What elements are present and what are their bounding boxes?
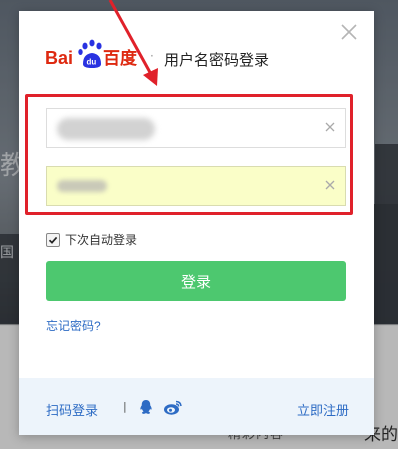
login-dialog: Bai du 百度 · 用户名密码登录 下次自动登录 登录 忘记密码? 扫码登录… [19,11,374,435]
password-field-wrapper [46,166,346,206]
footer-separator: | [123,400,127,413]
username-blurred-value [57,118,155,140]
dialog-footer: 扫码登录 | 立即注册 [19,378,374,435]
scan-login-link[interactable]: 扫码登录 [46,400,98,419]
svg-text:du: du [87,58,97,67]
baidu-logo: Bai du 百度 [45,39,138,69]
weibo-icon[interactable] [163,399,183,416]
qq-icon[interactable] [138,399,154,416]
register-link[interactable]: 立即注册 [297,400,349,419]
clear-password-icon[interactable] [323,178,337,192]
login-button[interactable]: 登录 [46,261,346,301]
dialog-title: 用户名密码登录 [164,52,270,69]
clear-username-icon[interactable] [323,120,337,134]
remember-label: 下次自动登录 [65,233,138,247]
password-blurred-value [57,180,107,192]
checkmark-icon [48,236,58,244]
username-field-wrapper [46,108,346,148]
forgot-password-link[interactable]: 忘记密码? [46,317,101,334]
svg-text:Bai: Bai [45,48,73,68]
close-icon[interactable] [338,21,360,43]
remember-checkbox[interactable] [46,232,60,247]
title-separator: · [150,49,154,63]
remember-me[interactable]: 下次自动登录 [46,231,137,248]
svg-text:百度: 百度 [103,48,138,69]
